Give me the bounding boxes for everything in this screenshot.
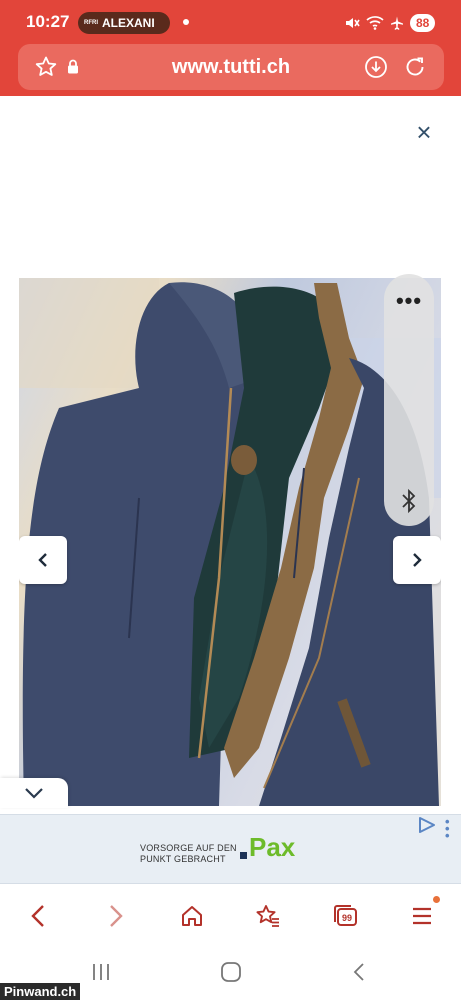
- back-nav-icon[interactable]: [352, 962, 366, 982]
- ad-choices-icon[interactable]: [417, 816, 437, 834]
- download-icon[interactable]: [364, 55, 388, 79]
- tabs-count-icon: 99: [334, 905, 357, 926]
- close-gallery-button[interactable]: ×: [410, 118, 438, 146]
- home-button[interactable]: [162, 886, 222, 946]
- browser-toolbar: 99: [0, 886, 461, 946]
- edge-panel[interactable]: •••: [384, 274, 434, 526]
- chevron-down-icon: [25, 788, 43, 799]
- previous-image-button[interactable]: [19, 536, 67, 584]
- chevron-right-icon: [413, 553, 422, 567]
- ad-brand-name[interactable]: Pax: [249, 832, 295, 863]
- forward-arrow-icon: [110, 905, 123, 927]
- collapse-panel-button[interactable]: [0, 778, 68, 808]
- status-time: 10:27: [26, 12, 70, 31]
- bluetooth-icon[interactable]: [397, 488, 421, 514]
- reload-icon[interactable]: [403, 55, 427, 79]
- ad-line-1: VORSORGE AUF DEN: [140, 843, 237, 853]
- menu-notification-dot: [433, 896, 440, 903]
- forward-button[interactable]: [86, 886, 146, 946]
- browser-header: 10:27 RFRI ALEXANI 88 www.tutti.ch: [0, 0, 461, 96]
- listing-photo[interactable]: [19, 278, 441, 806]
- home-nav-icon[interactable]: [220, 962, 242, 982]
- home-icon: [182, 906, 202, 926]
- url-bar[interactable]: www.tutti.ch: [18, 44, 444, 90]
- hamburger-menu-icon: [413, 907, 431, 925]
- chevron-left-icon: [38, 553, 47, 567]
- recent-apps-icon[interactable]: [91, 963, 111, 981]
- status-icons: 88: [344, 12, 436, 34]
- screen: 10:27 RFRI ALEXANI 88 www.tutti.ch × •••…: [0, 0, 461, 1000]
- notification-dot: [183, 19, 189, 25]
- ad-brand-dot: [240, 852, 247, 859]
- close-icon: ×: [416, 117, 432, 147]
- back-arrow-icon: [31, 905, 44, 927]
- next-image-button[interactable]: [393, 536, 441, 584]
- pill-logo: RFRI: [84, 20, 98, 26]
- bookmarks-star-icon: [256, 905, 279, 927]
- ad-line-2: PUNKT GEBRACHT: [140, 854, 226, 864]
- bookmarks-button[interactable]: [238, 886, 298, 946]
- watermark: Pinwand.ch: [0, 983, 81, 1000]
- svg-text:99: 99: [342, 913, 352, 923]
- jacket-photo-image: [19, 278, 441, 806]
- menu-button[interactable]: [392, 886, 452, 946]
- airplane-icon: [391, 16, 403, 30]
- tabs-button[interactable]: 99: [316, 886, 376, 946]
- pill-text: ALEXANI: [102, 16, 155, 30]
- back-button[interactable]: [8, 886, 68, 946]
- call-notification-pill[interactable]: RFRI ALEXANI: [78, 12, 170, 34]
- ad-menu-icon[interactable]: • • •: [445, 815, 450, 842]
- battery-level: 88: [410, 14, 436, 32]
- wifi-icon: [366, 16, 384, 30]
- mute-icon: [346, 18, 360, 28]
- more-options-icon[interactable]: •••: [384, 288, 434, 314]
